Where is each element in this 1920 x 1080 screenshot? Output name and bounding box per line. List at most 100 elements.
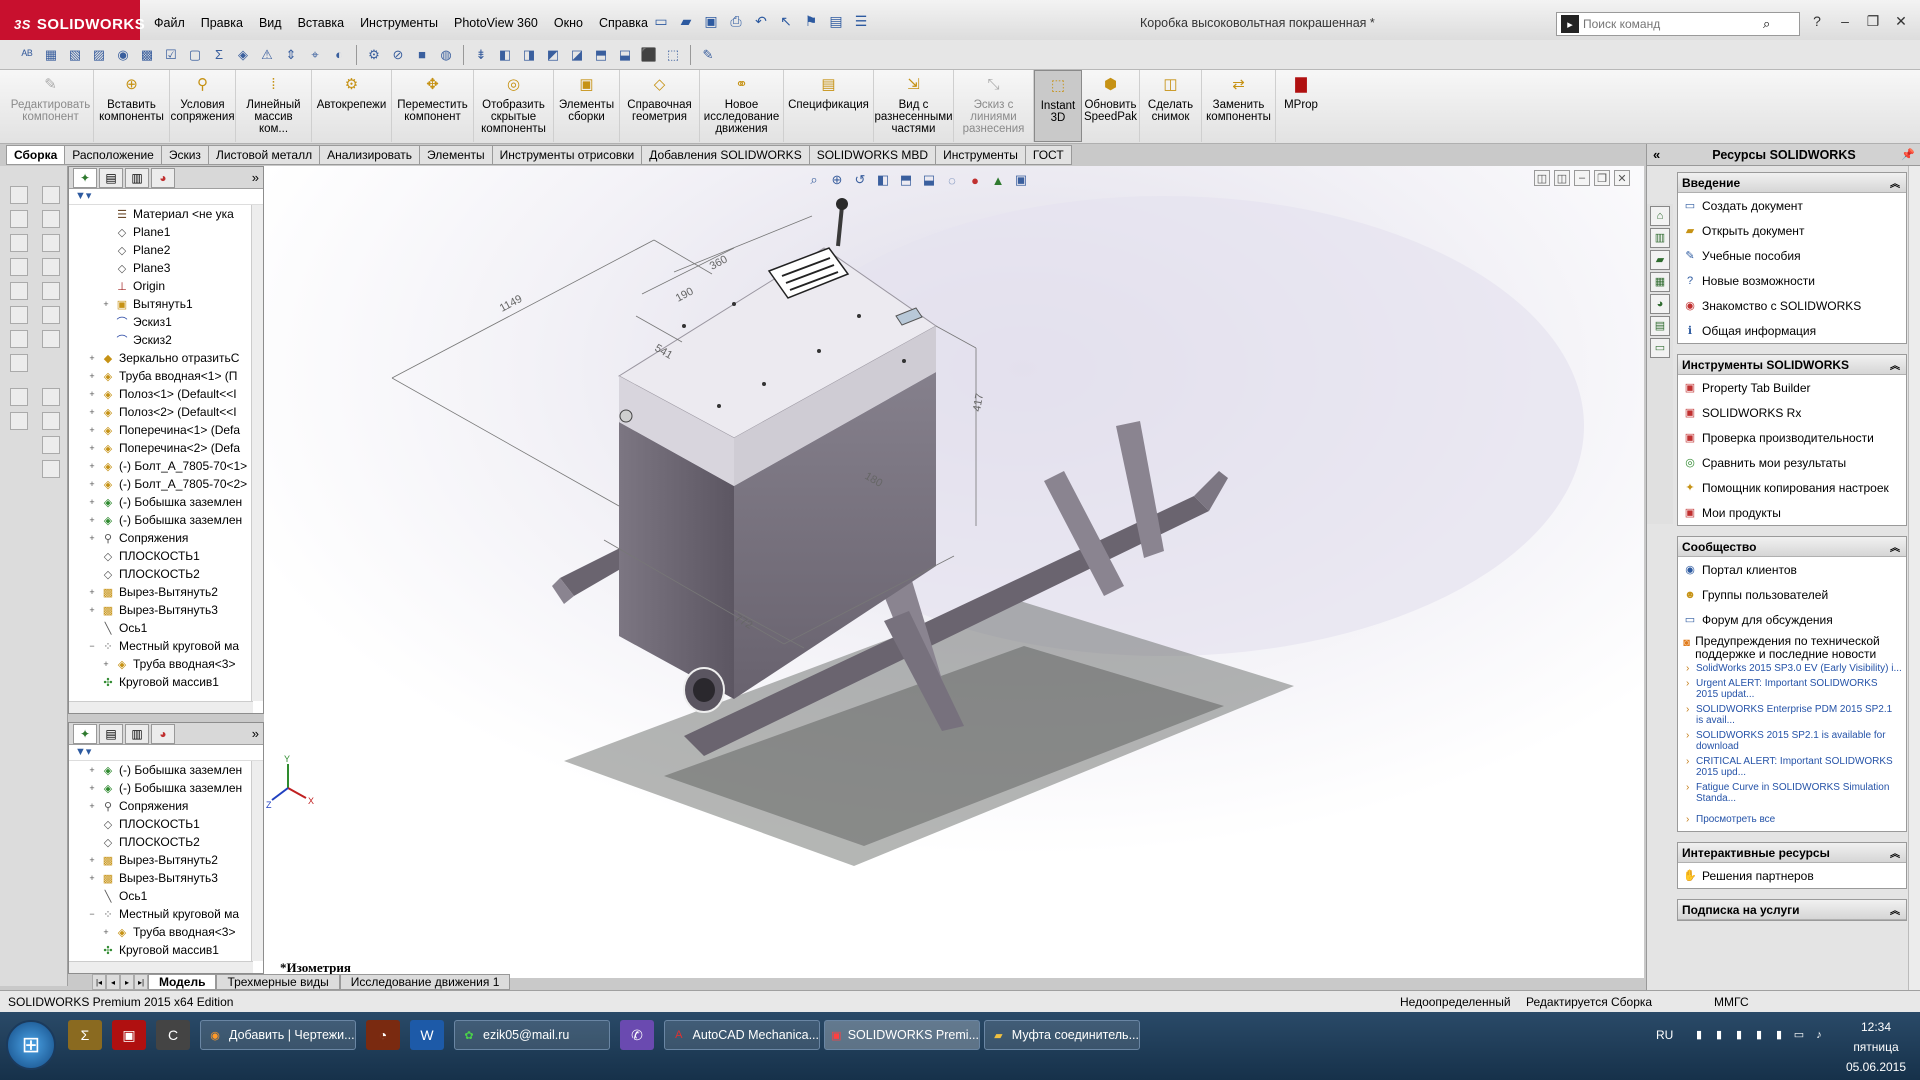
task-pane-link[interactable]: ✋ Решения партнеров <box>1678 863 1906 888</box>
toolbar-icon[interactable] <box>42 282 60 300</box>
tree-item[interactable]: + ⚲ Сопряжения <box>69 797 263 815</box>
pinned-app-icon[interactable]: ▣ <box>112 1020 146 1050</box>
mprop-button[interactable]: ▇ MProp <box>1276 70 1326 142</box>
tree-item[interactable]: ╲ Ось1 <box>69 887 263 905</box>
task-pane-link[interactable]: ◎ Сравнить мои результаты <box>1678 450 1906 475</box>
task-pane-link[interactable]: ℹ Общая информация <box>1678 318 1906 343</box>
collapse-section-icon[interactable]: ︽ <box>1890 175 1900 190</box>
task-pane-link[interactable]: ☻ Группы пользователей <box>1678 582 1906 607</box>
tab-gost[interactable]: ГОСТ <box>1025 145 1072 165</box>
taskbar-button-folder[interactable]: ▰ Муфта соединитель... <box>984 1020 1140 1050</box>
toolbar-icon[interactable] <box>10 412 28 430</box>
expand-toggle-icon[interactable]: + <box>87 515 97 525</box>
section-header[interactable]: Интерактивные ресурсы ︽ <box>1678 843 1906 863</box>
tree-item[interactable]: ◇ ПЛОСКОСТЬ2 <box>69 833 263 851</box>
tree-item[interactable]: ✣ Круговой массив1 <box>69 941 263 959</box>
menu-tools[interactable]: Инструменты <box>354 14 444 32</box>
toolbar-icon[interactable] <box>42 388 60 406</box>
news-link[interactable]: SOLIDWORKS 2015 SP2.1 is available for d… <box>1678 728 1906 754</box>
open-folder-icon[interactable]: ▰ <box>675 10 697 32</box>
news-link[interactable]: Fatigue Curve in SOLIDWORKS Simulation S… <box>1678 780 1906 806</box>
task-pane-link[interactable]: ▣ Проверка производительности <box>1678 425 1906 450</box>
expand-toggle-icon[interactable]: + <box>87 533 97 543</box>
expand-toggle-icon[interactable]: + <box>87 407 97 417</box>
tray-icon[interactable]: ▮ <box>1752 1028 1766 1042</box>
edit-appearance-icon[interactable]: ● <box>965 170 985 190</box>
speedpak-button[interactable]: ⬢ Обновить SpeedPak <box>1082 70 1140 142</box>
tree-hscrollbar[interactable] <box>69 961 253 973</box>
display-manager-tab-icon[interactable]: ◕ <box>151 167 175 188</box>
menu-view[interactable]: Вид <box>253 14 288 32</box>
view-settings-icon[interactable]: ▣ <box>1011 170 1031 190</box>
task-pane-link[interactable]: ▣ SOLIDWORKS Rx <box>1678 400 1906 425</box>
tree-item[interactable]: + ▣ Вытянуть1 <box>69 295 263 313</box>
property-manager-tab-icon[interactable]: ▤ <box>99 167 123 188</box>
instant3d-button[interactable]: ⬚ Instant 3D <box>1034 70 1082 142</box>
toolbar-icon[interactable]: ☑ <box>160 44 182 66</box>
tree-item[interactable]: + ◈ Труба вводная<1> (П <box>69 367 263 385</box>
pinned-app-icon[interactable]: ✆ <box>620 1020 654 1050</box>
expand-toggle-icon[interactable]: + <box>87 783 97 793</box>
toolbar-icon[interactable] <box>42 258 60 276</box>
section-header[interactable]: Сообщество ︽ <box>1678 537 1906 557</box>
home-tab-icon[interactable]: ⌂ <box>1650 206 1670 226</box>
tree-item[interactable]: + ◈ Труба вводная<3> <box>69 655 263 673</box>
view-palette-tab-icon[interactable]: ▦ <box>1650 272 1670 292</box>
section-header[interactable]: Введение ︽ <box>1678 173 1906 193</box>
tab-prev-icon[interactable]: ◂ <box>106 974 120 990</box>
tree-item[interactable]: ◇ Plane2 <box>69 241 263 259</box>
clock-time[interactable]: 12:34 <box>1846 1020 1906 1034</box>
tab-last-icon[interactable]: ▸| <box>134 974 148 990</box>
restore-icon[interactable]: ❐ <box>1860 10 1886 32</box>
collapse-icon[interactable]: « <box>1653 147 1660 162</box>
menu-window[interactable]: Окно <box>548 14 589 32</box>
toolbar-icon[interactable] <box>10 258 28 276</box>
collapse-section-icon[interactable]: ︽ <box>1890 845 1900 860</box>
tree-filter[interactable]: ▼▾ <box>69 745 263 761</box>
new-file-icon[interactable]: ▭ <box>650 10 672 32</box>
edit-component-button[interactable]: ✎ Редактировать компонент <box>8 70 94 142</box>
chevron-right-icon[interactable]: » <box>252 726 259 741</box>
news-link[interactable]: SolidWorks 2015 SP3.0 EV (Early Visibili… <box>1678 661 1906 676</box>
task-pane-link[interactable]: ◉ Портал клиентов <box>1678 557 1906 582</box>
toolbar-icon[interactable] <box>10 186 28 204</box>
display-manager-tab-icon[interactable]: ◕ <box>151 723 175 744</box>
tree-item[interactable]: + ◈ Полоз<1> (Default<<I <box>69 385 263 403</box>
tab-mbd[interactable]: SOLIDWORKS MBD <box>809 145 937 165</box>
task-pane-link[interactable]: ◉ Знакомство с SOLIDWORKS <box>1678 293 1906 318</box>
toolbar-icon[interactable] <box>10 354 28 372</box>
toolbar-icon[interactable]: ▩ <box>136 44 158 66</box>
search-commands-icon[interactable]: ▸ <box>1561 15 1579 33</box>
expand-toggle-icon[interactable]: − <box>87 909 97 919</box>
expand-toggle-icon[interactable]: + <box>87 587 97 597</box>
assembly-features-button[interactable]: ▣ Элементы сборки <box>554 70 620 142</box>
expand-toggle-icon[interactable]: + <box>87 371 97 381</box>
reference-geometry-button[interactable]: ◇ Справочная геометрия <box>620 70 700 142</box>
expand-toggle-icon[interactable]: + <box>101 659 111 669</box>
toolbar-icon[interactable] <box>42 412 60 430</box>
toolbar-icon[interactable]: ▢ <box>184 44 206 66</box>
expand-toggle-icon[interactable]: + <box>87 855 97 865</box>
minimize-icon[interactable]: – <box>1832 10 1858 32</box>
viewport-split-icon[interactable]: ◫ <box>1534 170 1550 186</box>
expand-toggle-icon[interactable]: + <box>87 353 97 363</box>
section-header[interactable]: Инструменты SOLIDWORKS ︽ <box>1678 355 1906 375</box>
graphics-area[interactable]: 1149 360 190 541 417 180 772 Y X Z ⌕ ⊕ ↺… <box>264 166 1644 978</box>
viewport-split-icon[interactable]: ◫ <box>1554 170 1570 186</box>
save-icon[interactable]: ▣ <box>700 10 722 32</box>
task-pane-link[interactable]: ▣ Property Tab Builder <box>1678 375 1906 400</box>
tree-item[interactable]: ◇ Plane1 <box>69 223 263 241</box>
zoom-area-icon[interactable]: ⊕ <box>827 170 847 190</box>
view-iso-icon[interactable]: ⬓ <box>614 44 636 66</box>
tree-item[interactable]: − ⁘ Местный круговой ма <box>69 905 263 923</box>
tab-features[interactable]: Элементы <box>420 145 493 165</box>
taskbar-button-solidworks[interactable]: ▣ SOLIDWORKS Premi... <box>824 1020 980 1050</box>
chevron-right-icon[interactable]: » <box>252 170 259 185</box>
tree-item[interactable]: ⊥ Origin <box>69 277 263 295</box>
toolbar-icon[interactable] <box>42 436 60 454</box>
configuration-manager-tab-icon[interactable]: ▥ <box>125 167 149 188</box>
taskbar-button-mail[interactable]: ✿ ezik05@mail.ru <box>454 1020 610 1050</box>
tree-filter[interactable]: ▼▾ <box>69 189 263 205</box>
tab-3d-views[interactable]: Трехмерные виды <box>216 974 340 990</box>
move-component-button[interactable]: ✥ Переместить компонент <box>392 70 474 142</box>
